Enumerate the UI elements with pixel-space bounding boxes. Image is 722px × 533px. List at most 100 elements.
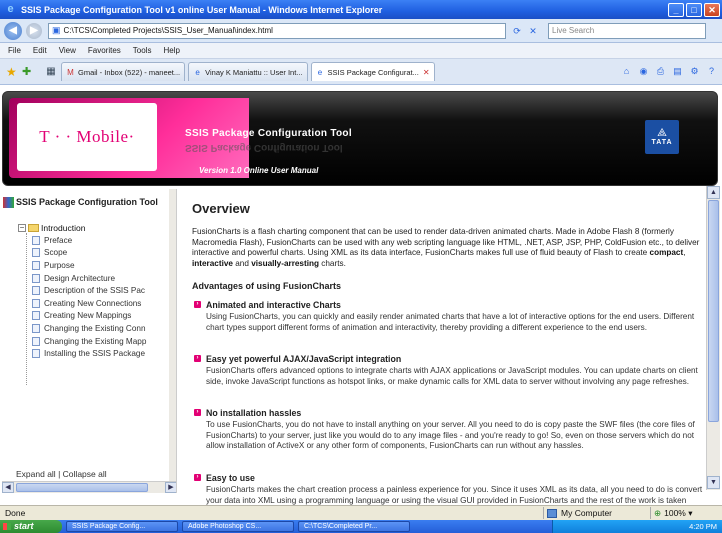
tree-item-purpose[interactable]: Purpose	[32, 259, 146, 272]
advantage-text: FusionCharts makes the chart creation pr…	[206, 485, 703, 505]
expand-all-link[interactable]: Expand all	[16, 469, 56, 479]
tree-title[interactable]: SSIS Package Configuration Tool	[3, 197, 158, 208]
emphasis-interactive: interactive	[192, 258, 233, 268]
toc-tree: SSIS Package Configuration Tool − Introd…	[2, 189, 169, 479]
page-title: Overview	[192, 201, 250, 216]
document-icon	[32, 260, 40, 270]
menu-favorites[interactable]: Favorites	[88, 46, 121, 55]
bullet-arrow-icon: ›	[194, 301, 201, 308]
taskbar-item[interactable]: Adobe Photoshop CS...	[182, 521, 294, 532]
tree-item-installing[interactable]: Installing the SSIS Package	[32, 347, 146, 360]
tab-gmail[interactable]: M Gmail - Inbox (522) - maneet...	[61, 62, 186, 81]
menu-help[interactable]: Help	[163, 46, 179, 55]
page-icon: ▣	[52, 25, 61, 35]
tmobile-logo: T · · Mobile·	[17, 103, 157, 171]
tata-logo-text: TATA	[651, 139, 673, 146]
advantage-heading: › Animated and interactive Charts	[194, 300, 704, 310]
advantage-section: › No installation hassles To use FusionCh…	[194, 408, 704, 452]
maximize-button[interactable]: □	[686, 2, 702, 17]
menu-view[interactable]: View	[59, 46, 76, 55]
version-label: Version 1.0 Online User Manual	[199, 166, 319, 175]
tree-horizontal-scrollbar[interactable]: ◀ ▶	[2, 481, 176, 493]
scroll-down-icon[interactable]: ▼	[707, 476, 720, 489]
quick-tabs-icon[interactable]: ▦	[44, 65, 58, 79]
tree-item-preface[interactable]: Preface	[32, 234, 146, 247]
tab-label: Vinay K Maniattu :: User Int...	[205, 67, 303, 77]
content-vertical-scrollbar[interactable]: ▲ ▼	[706, 186, 720, 490]
tab-label: SSIS Package Configurat...	[327, 67, 419, 77]
tree-item-new-mappings[interactable]: Creating New Mappings	[32, 310, 146, 323]
favorites-star-icon[interactable]: ★	[6, 65, 20, 79]
menu-bar: File Edit View Favorites Tools Help	[0, 43, 722, 59]
document-icon	[32, 248, 40, 258]
advantage-section: › Easy yet powerful AJAX/JavaScript integ…	[194, 354, 704, 387]
intro-paragraph: FusionCharts is a flash charting compone…	[192, 227, 700, 268]
zoom-control[interactable]: ⊕ 100% ▾	[654, 508, 722, 519]
add-favorite-icon[interactable]: ✚	[22, 65, 36, 79]
status-bar: Done My Computer ⊕ 100% ▾	[0, 505, 722, 520]
window-titlebar: e SSIS Package Configuration Tool v1 onl…	[0, 0, 722, 19]
tree-vertical-scrollbar[interactable]	[169, 189, 176, 481]
forward-button[interactable]: ▶	[26, 22, 42, 39]
tree-item-design-architecture[interactable]: Design Architecture	[32, 272, 146, 285]
back-button[interactable]: ◀	[4, 21, 22, 40]
close-button[interactable]: ✕	[704, 2, 720, 17]
document-icon	[32, 273, 40, 283]
tools-menu-icon[interactable]: ⚙	[688, 65, 701, 78]
scroll-thumb[interactable]	[16, 483, 148, 492]
address-input[interactable]: ▣ C:\TCS\Completed Projects\SSIS_User_Ma…	[48, 22, 506, 39]
status-text: Done	[5, 508, 26, 518]
tabs-bar: ★ ✚ ▦ M Gmail - Inbox (522) - maneet... …	[0, 59, 722, 85]
tata-emblem-icon: ⟁	[657, 127, 667, 139]
book-icon	[3, 197, 14, 208]
document-icon	[32, 298, 40, 308]
gmail-icon: M	[67, 67, 74, 77]
close-tab-icon[interactable]: ✕	[423, 68, 430, 77]
advantage-heading: › Easy to use	[194, 473, 704, 483]
taskbar-item[interactable]: SSIS Package Config...	[66, 521, 178, 532]
security-zone[interactable]: My Computer	[547, 508, 647, 518]
tree-item-change-connections[interactable]: Changing the Existing Conn	[32, 322, 146, 335]
address-actions: ⟳ ✕	[510, 24, 542, 38]
minimize-button[interactable]: _	[668, 2, 684, 17]
stop-icon[interactable]: ✕	[526, 24, 540, 38]
feeds-icon[interactable]: ◉	[637, 65, 650, 78]
print-icon[interactable]: ⎙	[654, 65, 667, 78]
scroll-right-icon[interactable]: ▶	[165, 482, 176, 493]
main-content: Overview FusionCharts is a flash chartin…	[180, 189, 706, 505]
home-icon[interactable]: ⌂	[620, 65, 633, 78]
emphasis-visually-arresting: visually-arresting	[251, 258, 319, 268]
tree-children: Preface Scope Purpose Design Architectur…	[32, 234, 146, 360]
advantage-heading: › No installation hassles	[194, 408, 704, 418]
emphasis-compact: compact	[649, 248, 684, 257]
taskbar-item[interactable]: C:\TCS\Completed Pr...	[298, 521, 410, 532]
collapse-icon[interactable]: −	[18, 224, 26, 232]
page-menu-icon[interactable]: ▤	[671, 65, 684, 78]
menu-edit[interactable]: Edit	[33, 46, 47, 55]
tree-item-scope[interactable]: Scope	[32, 247, 146, 260]
refresh-icon[interactable]: ⟳	[510, 24, 524, 38]
tree-item-new-connections[interactable]: Creating New Connections	[32, 297, 146, 310]
window-title: SSIS Package Configuration Tool v1 onlin…	[21, 4, 383, 15]
scroll-thumb[interactable]	[708, 200, 719, 422]
tree-item-description[interactable]: Description of the SSIS Pac	[32, 284, 146, 297]
search-input[interactable]: Live Search	[548, 22, 706, 39]
start-button[interactable]: start	[0, 520, 62, 533]
menu-file[interactable]: File	[8, 46, 21, 55]
menu-tools[interactable]: Tools	[133, 46, 152, 55]
scroll-up-icon[interactable]: ▲	[707, 186, 720, 199]
document-icon	[32, 286, 40, 296]
tree-item-change-mappings[interactable]: Changing the Existing Mapp	[32, 335, 146, 348]
tab-ssis[interactable]: e SSIS Package Configurat... ✕	[310, 62, 435, 81]
computer-icon	[547, 508, 557, 518]
status-divider	[543, 507, 544, 519]
scroll-left-icon[interactable]: ◀	[2, 482, 14, 493]
link-separator: |	[58, 469, 61, 479]
tab-vinay[interactable]: e Vinay K Maniattu :: User Int...	[188, 62, 308, 81]
folder-open-icon	[28, 224, 39, 232]
command-bar: ⌂ ◉ ⎙ ▤ ⚙ ?	[616, 65, 718, 78]
tree-node-introduction[interactable]: − Introduction	[18, 223, 85, 233]
windows-taskbar: start SSIS Package Config... Adobe Photo…	[0, 520, 722, 533]
collapse-all-link[interactable]: Collapse all	[63, 469, 107, 479]
help-icon[interactable]: ?	[705, 65, 718, 78]
